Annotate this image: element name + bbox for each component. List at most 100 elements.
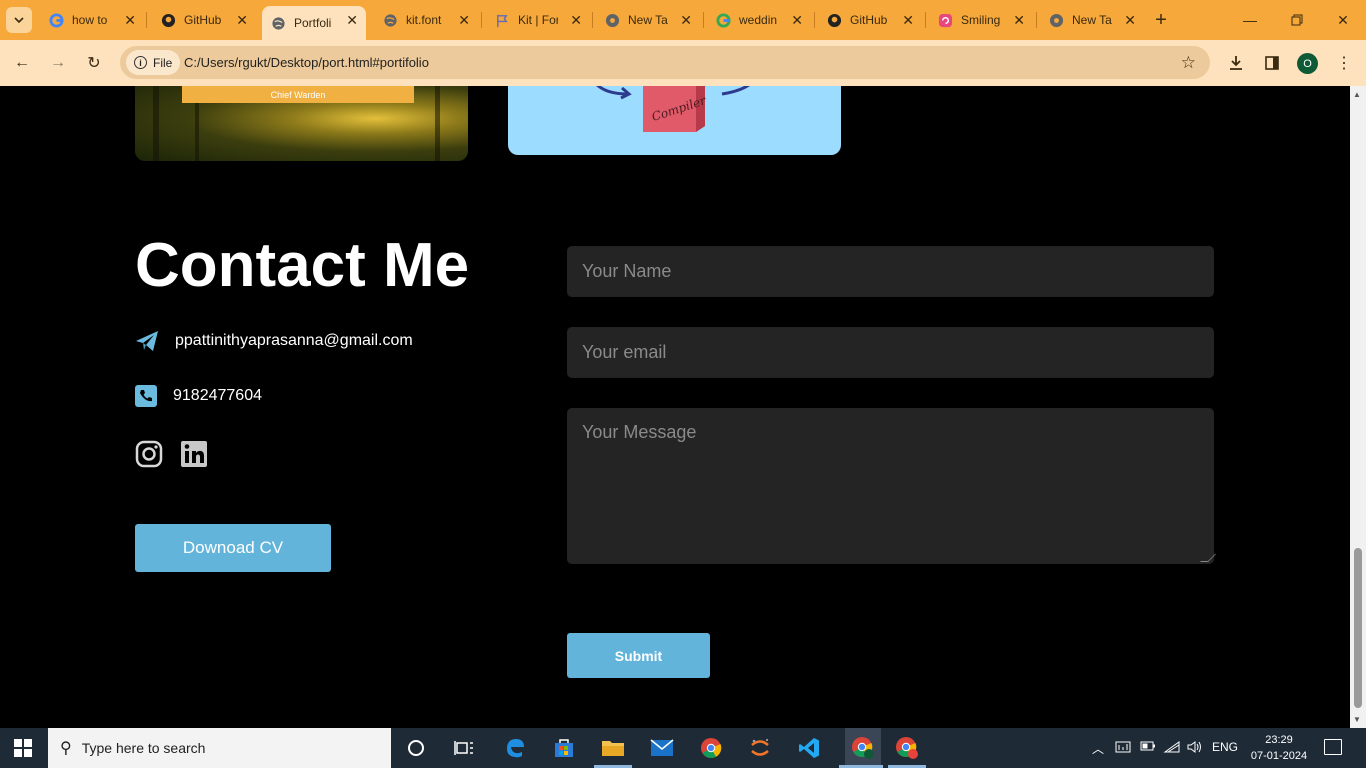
cortana-icon[interactable] [402,734,430,762]
phone-icon [135,385,157,407]
chrome-icon [1048,12,1064,28]
name-input[interactable]: Your Name [567,246,1214,297]
site-info-chip[interactable]: i File [126,50,181,75]
restore-icon [1291,14,1303,26]
vscode-icon[interactable] [795,734,823,762]
chrome-icon [604,12,620,28]
tab-separator [1036,12,1037,28]
tab-github[interactable]: GitHub ✕ [152,6,256,34]
resize-handle-icon[interactable] [1200,554,1216,562]
close-window-button[interactable]: ✕ [1331,8,1355,32]
tab-search-button[interactable] [6,7,32,33]
close-icon[interactable]: ✕ [1013,12,1025,28]
address-bar[interactable]: i File C:/Users/rgukt/Desktop/port.html#… [120,46,1210,79]
email-input[interactable]: Your email [567,327,1214,378]
restore-button[interactable] [1285,8,1309,32]
tab-new-tab-2[interactable]: New Ta ✕ [1040,6,1144,34]
minimize-button[interactable]: — [1238,8,1262,32]
tab-kit-font[interactable]: kit.font ✕ [374,6,478,34]
profile-avatar[interactable]: O [1297,53,1318,74]
star-icon[interactable]: ☆ [1181,53,1196,73]
close-icon[interactable]: ✕ [1124,12,1136,28]
chevron-up-icon[interactable]: ︿ [1092,740,1104,757]
tab-wedding[interactable]: weddin ✕ [707,6,811,34]
url-text[interactable]: C:/Users/rgukt/Desktop/port.html#portifo… [184,55,429,70]
tab-separator [146,12,147,28]
wifi-icon[interactable] [1163,740,1181,757]
close-icon[interactable]: ✕ [124,12,136,28]
clock-time: 23:29 [1265,734,1293,746]
instagram-icon[interactable] [135,440,163,468]
file-explorer-icon[interactable] [599,734,627,762]
flag-icon [494,12,510,28]
volume-icon[interactable] [1186,740,1204,757]
tree-trunk [153,86,159,161]
message-textarea[interactable]: Your Message [567,408,1216,564]
chrome-profile-o-icon[interactable] [845,728,881,768]
download-cv-button[interactable]: Downoad CV [135,524,331,572]
scrollbar-thumb[interactable] [1354,548,1362,708]
downloads-button[interactable] [1224,51,1248,75]
paper-plane-icon [136,331,158,351]
minimize-icon: — [1243,12,1257,28]
tab-label: weddin [739,13,778,27]
tab-separator [481,12,482,28]
spiral-icon [937,12,953,28]
tab-how-to[interactable]: how to ✕ [40,6,144,34]
linkedin-icon[interactable] [180,440,208,468]
notification-icon[interactable] [1324,739,1342,755]
tab-new-tab[interactable]: New Ta ✕ [596,6,700,34]
task-view-icon[interactable] [450,734,478,762]
tab-label: Smiling [961,13,1001,27]
contact-email[interactable]: ppattinithyaprasanna@gmail.com [175,332,413,350]
close-icon[interactable]: ✕ [346,12,358,28]
mail-icon[interactable] [648,734,676,762]
download-icon [1230,56,1242,70]
page-viewport: Chief Warden Compiler Contact Me ppattin… [0,86,1350,728]
menu-button[interactable]: ⋮ [1332,51,1356,75]
submit-button[interactable]: Submit [567,633,710,678]
contact-phone[interactable]: 9182477604 [173,387,262,405]
close-icon[interactable]: ✕ [236,12,248,28]
tab-github-2[interactable]: GitHub ✕ [818,6,922,34]
battery-icon[interactable] [1140,740,1156,755]
tab-label: New Ta [1072,13,1112,27]
github-icon [160,12,176,28]
chrome-profile-n-icon[interactable] [893,734,921,762]
language-indicator[interactable]: ENG [1212,740,1238,754]
close-icon[interactable]: ✕ [570,12,582,28]
new-tab-button[interactable]: + [1150,9,1172,31]
tab-separator [925,12,926,28]
meet-now-icon[interactable] [1115,740,1131,757]
portfolio-card-compiler[interactable]: Compiler [508,86,841,155]
portfolio-card-forest[interactable]: Chief Warden [135,86,468,161]
side-panel-icon [1265,56,1279,70]
contact-email-row: ppattinithyaprasanna@gmail.com [135,330,413,352]
tab-label: New Ta [628,13,668,27]
forward-button[interactable]: → [46,51,70,75]
edge-icon[interactable] [501,734,529,762]
store-icon[interactable] [550,734,578,762]
close-icon[interactable]: ✕ [791,12,803,28]
tab-portfolio[interactable]: Portfoli ✕ [262,6,366,40]
side-panel-button[interactable] [1260,51,1284,75]
close-icon[interactable]: ✕ [458,12,470,28]
system-clock[interactable]: 23:29 07-01-2024 [1249,732,1309,764]
scroll-down-icon[interactable]: ▼ [1353,715,1361,724]
tab-kit-for[interactable]: Kit | For ✕ [486,6,590,34]
taskbar-search[interactable]: ⚲ Type here to search [48,728,391,768]
plus-icon: + [1155,8,1167,31]
tab-smiling[interactable]: Smiling ✕ [929,6,1033,34]
close-icon[interactable]: ✕ [680,12,692,28]
site-chip-label: File [153,55,173,70]
jupyter-icon[interactable] [746,734,774,762]
back-button[interactable]: ← [10,51,34,75]
reload-button[interactable]: ↻ [82,51,106,75]
reload-icon: ↻ [87,55,101,72]
page-scrollbar[interactable]: ▲ ▼ [1350,86,1366,728]
clock-date: 07-01-2024 [1250,750,1308,762]
scroll-up-icon[interactable]: ▲ [1353,90,1361,99]
close-icon[interactable]: ✕ [902,12,914,28]
windows-start-icon[interactable] [14,739,32,757]
chrome-icon[interactable] [697,734,725,762]
